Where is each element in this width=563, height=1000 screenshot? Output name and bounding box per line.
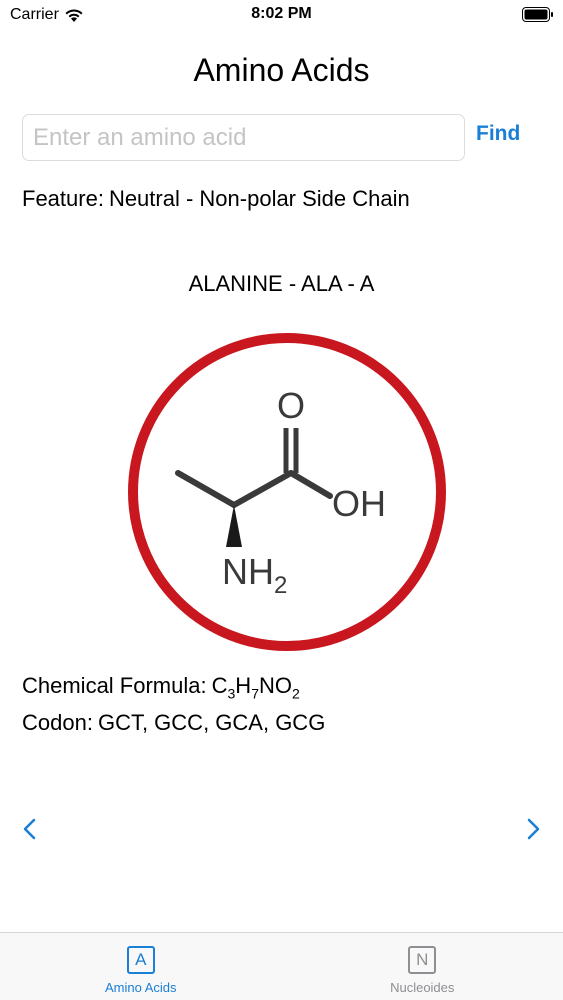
battery-icon: [522, 7, 553, 22]
tab-bar: A Amino Acids N Nucleoides: [0, 932, 563, 1000]
amine-label-main: NH: [222, 551, 274, 592]
status-bar: Carrier 8:02 PM: [0, 0, 563, 30]
tab-amino-acids[interactable]: A Amino Acids: [0, 933, 282, 1000]
find-button[interactable]: Find: [476, 122, 520, 146]
codon-value: GCT, GCC, GCA, GCG: [97, 710, 326, 735]
molecule-structure-image: O OH NH2: [128, 333, 446, 651]
search-row: Find: [22, 114, 542, 161]
status-time: 8:02 PM: [251, 5, 312, 22]
page-title: Amino Acids: [193, 52, 370, 88]
nucleoides-tab-icon: N: [408, 946, 437, 974]
formula-label: Chemical Formula:: [22, 673, 207, 698]
chemical-formula-line: Chemical Formula: C3H7NO2: [22, 673, 300, 701]
amine-label-subscript: 2: [274, 572, 287, 599]
feature-line: Feature: Neutral - Non-polar Side Chain: [22, 186, 415, 212]
codon-line: Codon: GCT, GCC, GCA, GCG: [22, 710, 330, 736]
oxygen-label: O: [277, 385, 305, 426]
chevron-right-icon[interactable]: [521, 814, 545, 844]
tab-nucleoides[interactable]: N Nucleoides: [282, 933, 563, 1000]
amino-acid-name: ALANINE - ALA - A: [188, 271, 375, 296]
chevron-left-icon[interactable]: [18, 814, 42, 844]
feature-label: Feature:: [22, 186, 104, 211]
hydroxyl-label: OH: [332, 483, 386, 524]
amino-acids-tab-icon: A: [126, 946, 155, 974]
tab-label-nucleoides: Nucleoides: [390, 980, 455, 995]
amino-acid-search-input[interactable]: [22, 114, 465, 161]
codon-label: Codon:: [22, 710, 93, 735]
feature-value: Neutral - Non-polar Side Chain: [108, 186, 410, 211]
tab-label-amino-acids: Amino Acids: [104, 980, 177, 995]
formula-value: C3H7NO2: [211, 673, 300, 702]
